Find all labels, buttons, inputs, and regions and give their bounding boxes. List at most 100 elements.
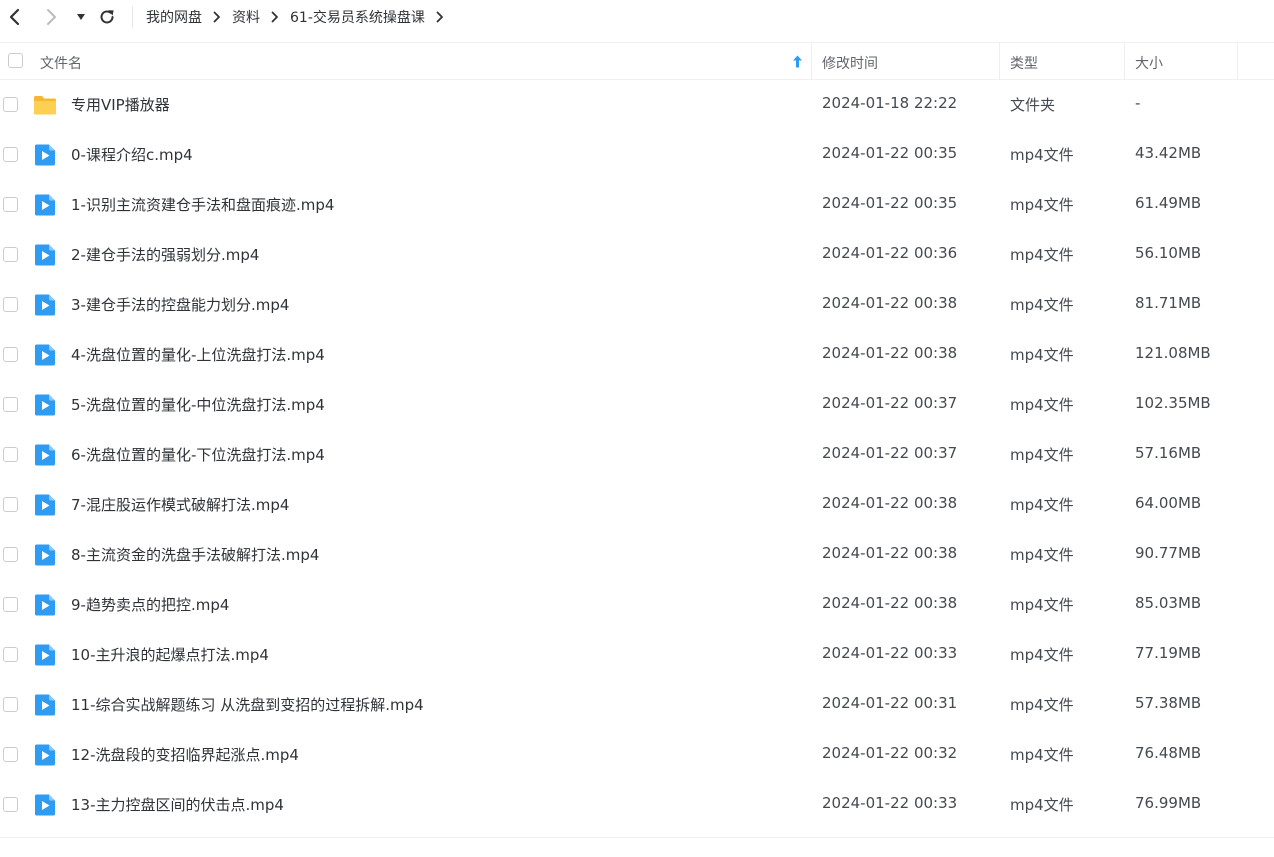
file-type: mp4文件 bbox=[1010, 246, 1074, 264]
sort-ascending-icon[interactable] bbox=[792, 55, 803, 68]
row-checkbox[interactable] bbox=[3, 147, 18, 162]
file-size: 43.42MB bbox=[1135, 144, 1202, 162]
breadcrumb: 我的网盘 资料 61-交易员系统操盘课 bbox=[146, 7, 455, 27]
column-header-name[interactable]: 文件名 bbox=[40, 53, 82, 73]
video-icon bbox=[35, 244, 55, 266]
row-checkbox[interactable] bbox=[3, 297, 18, 312]
file-size: - bbox=[1135, 94, 1141, 112]
video-icon bbox=[35, 194, 55, 216]
file-name: 12-洗盘段的变招临界起涨点.mp4 bbox=[71, 746, 299, 764]
file-row[interactable]: 12-洗盘段的变招临界起涨点.mp4 2024-01-22 00:32 mp4文… bbox=[0, 730, 1274, 780]
row-checkbox[interactable] bbox=[3, 247, 18, 262]
breadcrumb-item-folder[interactable]: 资料 bbox=[232, 7, 260, 27]
file-name: 3-建仓手法的控盘能力划分.mp4 bbox=[71, 296, 290, 314]
column-divider[interactable] bbox=[999, 43, 1000, 80]
row-checkbox[interactable] bbox=[3, 747, 18, 762]
file-name: 2-建仓手法的强弱划分.mp4 bbox=[71, 246, 260, 264]
file-row[interactable]: 13-主力控盘区间的伏击点.mp4 2024-01-22 00:33 mp4文件… bbox=[0, 780, 1274, 830]
video-icon bbox=[35, 744, 55, 766]
file-modified: 2024-01-22 00:38 bbox=[822, 594, 958, 612]
file-row[interactable]: 5-洗盘位置的量化-中位洗盘打法.mp4 2024-01-22 00:37 mp… bbox=[0, 380, 1274, 430]
file-row[interactable]: 3-建仓手法的控盘能力划分.mp4 2024-01-22 00:38 mp4文件… bbox=[0, 280, 1274, 330]
row-checkbox[interactable] bbox=[3, 97, 18, 112]
video-icon bbox=[35, 344, 55, 366]
row-checkbox[interactable] bbox=[3, 447, 18, 462]
column-header-type[interactable]: 类型 bbox=[1010, 53, 1038, 73]
file-row[interactable]: 2-建仓手法的强弱划分.mp4 2024-01-22 00:36 mp4文件 5… bbox=[0, 230, 1274, 280]
video-icon bbox=[35, 444, 55, 466]
file-row[interactable]: 9-趋势卖点的把控.mp4 2024-01-22 00:38 mp4文件 85.… bbox=[0, 580, 1274, 630]
file-type: mp4文件 bbox=[1010, 346, 1074, 364]
file-modified: 2024-01-22 00:32 bbox=[822, 744, 958, 762]
row-checkbox[interactable] bbox=[3, 697, 18, 712]
breadcrumb-item-current[interactable]: 61-交易员系统操盘课 bbox=[290, 7, 425, 27]
refresh-button[interactable] bbox=[96, 6, 118, 28]
list-bottom-border bbox=[0, 837, 1274, 838]
file-row[interactable]: 专用VIP播放器 2024-01-18 22:22 文件夹 - bbox=[0, 80, 1274, 130]
file-type: mp4文件 bbox=[1010, 196, 1074, 214]
file-modified: 2024-01-22 00:36 bbox=[822, 244, 958, 262]
file-row[interactable]: 7-混庄股运作模式破解打法.mp4 2024-01-22 00:38 mp4文件… bbox=[0, 480, 1274, 530]
file-modified: 2024-01-22 00:33 bbox=[822, 794, 958, 812]
video-icon bbox=[35, 594, 55, 616]
file-name: 1-识别主流资建仓手法和盘面痕迹.mp4 bbox=[71, 196, 335, 214]
caret-down-icon bbox=[77, 14, 85, 20]
file-row[interactable]: 11-综合实战解题练习 从洗盘到变招的过程拆解.mp4 2024-01-22 0… bbox=[0, 680, 1274, 730]
toolbar-divider bbox=[132, 6, 133, 28]
file-row[interactable]: 6-洗盘位置的量化-下位洗盘打法.mp4 2024-01-22 00:37 mp… bbox=[0, 430, 1274, 480]
file-row[interactable]: 4-洗盘位置的量化-上位洗盘打法.mp4 2024-01-22 00:38 mp… bbox=[0, 330, 1274, 380]
file-list: 专用VIP播放器 2024-01-18 22:22 文件夹 - 0-课程介绍c.… bbox=[0, 80, 1274, 830]
video-icon bbox=[35, 544, 55, 566]
column-header-modified[interactable]: 修改时间 bbox=[822, 53, 878, 73]
row-checkbox[interactable] bbox=[3, 347, 18, 362]
row-checkbox[interactable] bbox=[3, 647, 18, 662]
forward-button[interactable] bbox=[41, 6, 63, 28]
file-row[interactable]: 0-课程介绍c.mp4 2024-01-22 00:35 mp4文件 43.42… bbox=[0, 130, 1274, 180]
file-type: 文件夹 bbox=[1010, 96, 1056, 114]
file-row[interactable]: 10-主升浪的起爆点打法.mp4 2024-01-22 00:33 mp4文件 … bbox=[0, 630, 1274, 680]
video-icon bbox=[35, 644, 55, 666]
file-modified: 2024-01-22 00:37 bbox=[822, 394, 958, 412]
file-size: 56.10MB bbox=[1135, 244, 1202, 262]
column-divider[interactable] bbox=[811, 43, 812, 80]
file-size: 85.03MB bbox=[1135, 594, 1202, 612]
file-name: 9-趋势卖点的把控.mp4 bbox=[71, 596, 230, 614]
video-icon bbox=[35, 144, 55, 166]
file-name: 0-课程介绍c.mp4 bbox=[71, 146, 193, 164]
chevron-right-icon bbox=[213, 11, 220, 23]
file-row[interactable]: 8-主流资金的洗盘手法破解打法.mp4 2024-01-22 00:38 mp4… bbox=[0, 530, 1274, 580]
file-modified: 2024-01-22 00:38 bbox=[822, 494, 958, 512]
row-checkbox[interactable] bbox=[3, 397, 18, 412]
column-divider[interactable] bbox=[1237, 43, 1238, 80]
row-checkbox[interactable] bbox=[3, 497, 18, 512]
back-button[interactable] bbox=[3, 6, 25, 28]
row-checkbox[interactable] bbox=[3, 597, 18, 612]
file-modified: 2024-01-22 00:38 bbox=[822, 544, 958, 562]
breadcrumb-item-root[interactable]: 我的网盘 bbox=[146, 7, 202, 27]
history-dropdown-button[interactable] bbox=[70, 6, 92, 28]
row-checkbox[interactable] bbox=[3, 197, 18, 212]
select-all-checkbox[interactable] bbox=[8, 53, 23, 68]
file-name: 7-混庄股运作模式破解打法.mp4 bbox=[71, 496, 290, 514]
row-checkbox[interactable] bbox=[3, 547, 18, 562]
file-size: 61.49MB bbox=[1135, 194, 1202, 212]
file-name: 8-主流资金的洗盘手法破解打法.mp4 bbox=[71, 546, 320, 564]
file-size: 76.99MB bbox=[1135, 794, 1202, 812]
file-row[interactable]: 1-识别主流资建仓手法和盘面痕迹.mp4 2024-01-22 00:35 mp… bbox=[0, 180, 1274, 230]
chevron-right-icon[interactable] bbox=[436, 11, 444, 23]
column-header-size[interactable]: 大小 bbox=[1135, 53, 1163, 73]
file-modified: 2024-01-22 00:38 bbox=[822, 294, 958, 312]
video-icon bbox=[35, 394, 55, 416]
chevron-right-icon bbox=[47, 9, 56, 25]
file-modified: 2024-01-22 00:33 bbox=[822, 644, 958, 662]
file-type: mp4文件 bbox=[1010, 646, 1074, 664]
file-type: mp4文件 bbox=[1010, 496, 1074, 514]
refresh-icon bbox=[100, 10, 114, 24]
file-name: 6-洗盘位置的量化-下位洗盘打法.mp4 bbox=[71, 446, 325, 464]
file-modified: 2024-01-22 00:38 bbox=[822, 344, 958, 362]
file-name: 4-洗盘位置的量化-上位洗盘打法.mp4 bbox=[71, 346, 325, 364]
column-divider[interactable] bbox=[1124, 43, 1125, 80]
video-icon bbox=[35, 294, 55, 316]
row-checkbox[interactable] bbox=[3, 797, 18, 812]
file-name: 专用VIP播放器 bbox=[71, 96, 170, 114]
